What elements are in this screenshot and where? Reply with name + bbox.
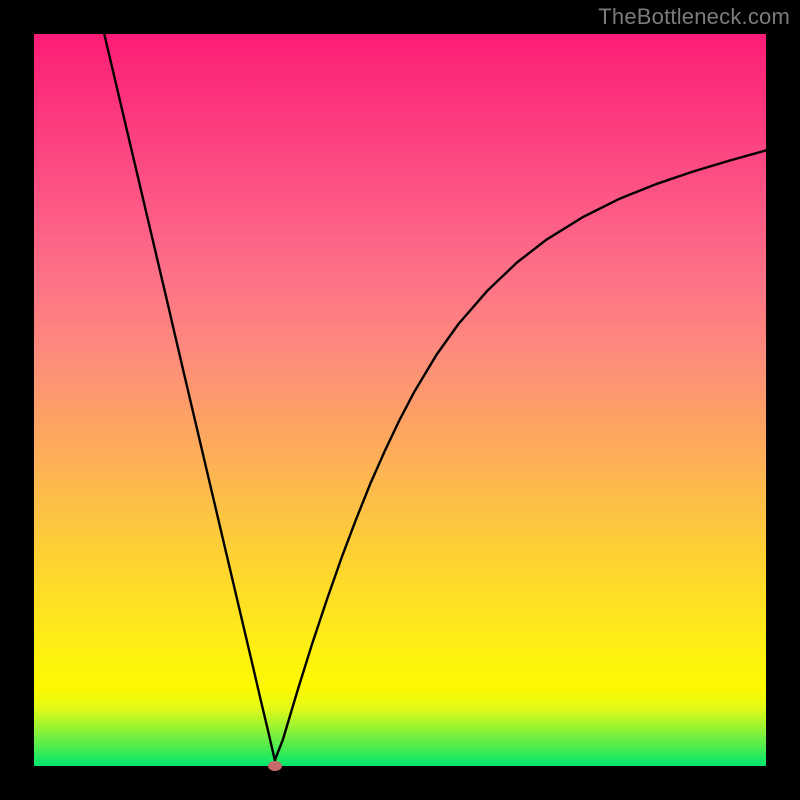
optimal-point-marker xyxy=(268,761,282,771)
chart-frame: TheBottleneck.com xyxy=(0,0,800,800)
bottleneck-curve xyxy=(34,34,766,766)
attribution-text: TheBottleneck.com xyxy=(598,4,790,30)
plot-area xyxy=(34,34,766,766)
